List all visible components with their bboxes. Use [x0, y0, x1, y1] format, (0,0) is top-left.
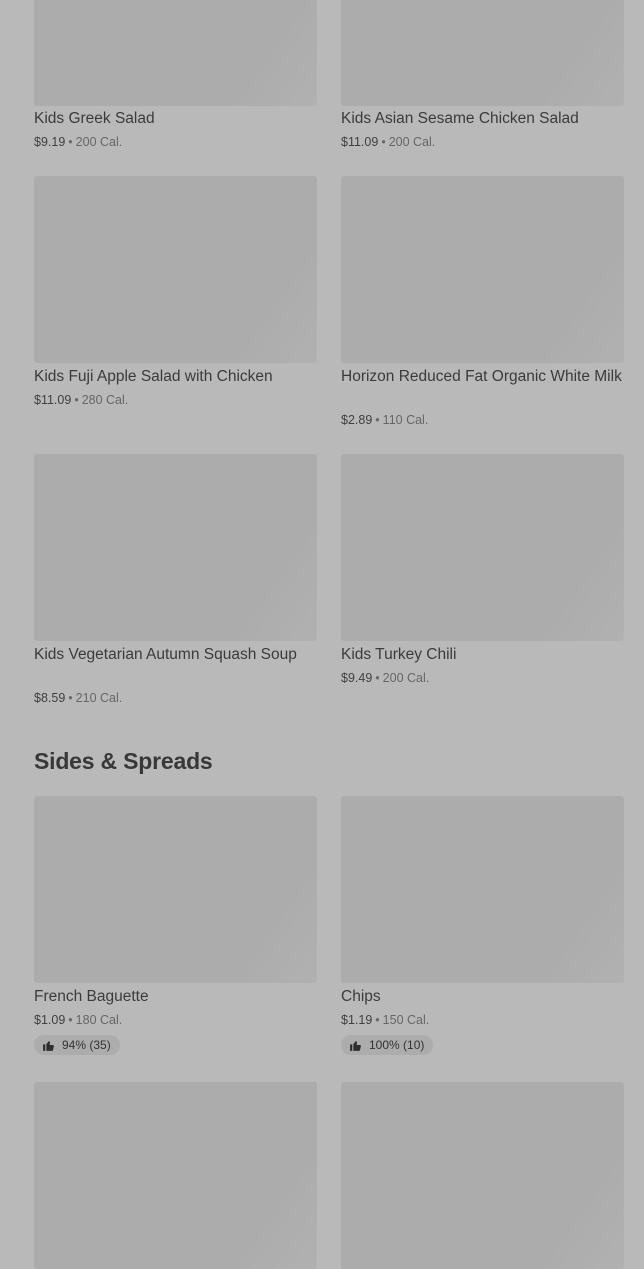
separator-dot: • — [381, 135, 386, 149]
menu-item-image[interactable] — [34, 176, 317, 363]
menu-item-price: $1.19 — [341, 1013, 373, 1027]
menu-item-image[interactable] — [341, 0, 624, 106]
menu-item-title: Horizon Reduced Fat Organic White Milk — [341, 368, 622, 385]
rating-text: 100% (10) — [369, 1038, 425, 1052]
menu-item-calories: 110 Cal. — [382, 413, 429, 427]
menu-item-price: $9.19 — [34, 135, 66, 149]
menu-item-price: $11.09 — [34, 393, 72, 407]
rating-text: 94% (35) — [62, 1038, 111, 1052]
menu-item-calories: 200 Cal. — [382, 671, 430, 685]
menu-item-price: $9.49 — [341, 671, 373, 685]
menu-item-meta: $1.09 • 180 Cal. — [34, 1012, 122, 1028]
menu-item-meta: $2.89 • 110 Cal. — [341, 412, 428, 428]
menu-item-price: $11.09 — [341, 135, 379, 149]
thumbs-up-icon — [350, 1040, 361, 1051]
menu-item-calories: 180 Cal. — [75, 1013, 123, 1027]
menu-item-calories: 210 Cal. — [75, 691, 123, 705]
menu-item-meta: $11.09 • 280 Cal. — [34, 392, 128, 408]
menu-item-image[interactable] — [34, 0, 317, 106]
menu-item-title: Kids Fuji Apple Salad with Chicken — [34, 368, 273, 385]
separator-dot: • — [74, 393, 79, 407]
menu-item-title: Kids Greek Salad — [34, 110, 155, 127]
menu-item-image[interactable] — [341, 454, 624, 641]
menu-item-calories: 280 Cal. — [81, 393, 129, 407]
menu-item-price: $2.89 — [341, 413, 373, 427]
separator-dot: • — [68, 1013, 73, 1027]
separator-dot: • — [375, 1013, 380, 1027]
menu-item-title: Chips — [341, 988, 381, 1005]
menu-item-image[interactable] — [34, 454, 317, 641]
menu-item-title: French Baguette — [34, 988, 149, 1005]
menu-item-image[interactable] — [34, 796, 317, 983]
separator-dot: • — [375, 671, 380, 685]
thumbs-up-icon — [43, 1040, 54, 1051]
menu-item-price: $1.09 — [34, 1013, 66, 1027]
menu-item-calories: 150 Cal. — [382, 1013, 430, 1027]
separator-dot: • — [68, 691, 73, 705]
menu-item-price: $8.59 — [34, 691, 66, 705]
rating-badge: 100% (10) — [341, 1035, 434, 1055]
menu-item-title: Kids Vegetarian Autumn Squash Soup — [34, 646, 297, 663]
menu-item-image[interactable] — [341, 1082, 624, 1269]
section-title: Sides & Spreads — [34, 748, 213, 774]
menu-item-title: Kids Turkey Chili — [341, 646, 457, 663]
menu-item-meta: $8.59 • 210 Cal. — [34, 690, 122, 706]
menu-item-meta: $1.19 • 150 Cal. — [341, 1012, 429, 1028]
menu-item-title: Kids Asian Sesame Chicken Salad — [341, 110, 579, 127]
rating-badge: 94% (35) — [34, 1035, 120, 1055]
menu-item-image[interactable] — [34, 1082, 317, 1269]
menu-item-calories: 200 Cal. — [75, 135, 123, 149]
separator-dot: • — [68, 135, 73, 149]
menu-item-image[interactable] — [341, 176, 624, 363]
menu-item-image[interactable] — [341, 796, 624, 983]
menu-item-calories: 200 Cal. — [388, 135, 436, 149]
menu-item-meta: $11.09 • 200 Cal. — [341, 134, 435, 150]
menu-item-meta: $9.19 • 200 Cal. — [34, 134, 122, 150]
separator-dot: • — [375, 413, 380, 427]
menu-item-meta: $9.49 • 200 Cal. — [341, 670, 429, 686]
